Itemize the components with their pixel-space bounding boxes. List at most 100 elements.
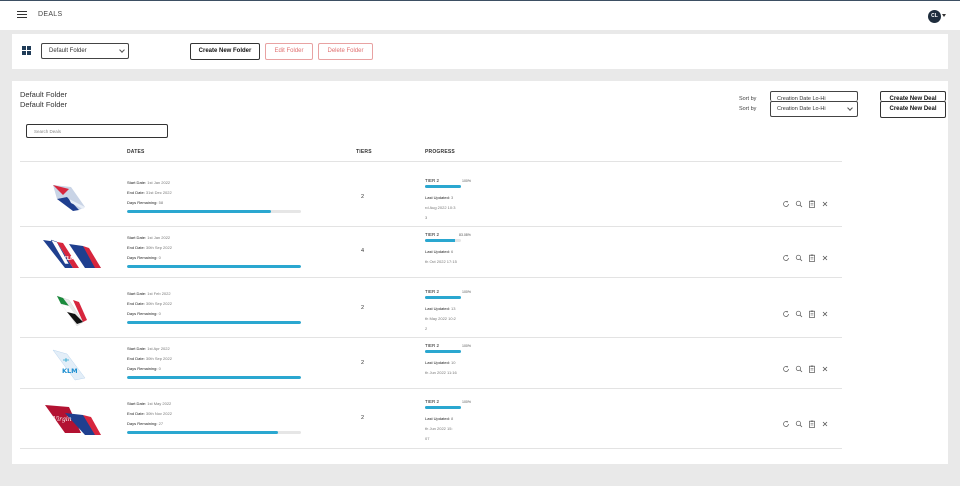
tier-progress-bar xyxy=(425,185,461,188)
start-date: Start Date: 1st May 2022 xyxy=(127,401,172,406)
days-progress-fill xyxy=(127,376,301,379)
refresh-icon[interactable] xyxy=(782,360,790,372)
search-icon[interactable] xyxy=(795,195,803,208)
search-icon[interactable] xyxy=(795,360,803,373)
caret-down-icon[interactable] xyxy=(942,14,946,17)
search-placeholder: Search Deals xyxy=(34,129,62,134)
refresh-icon[interactable] xyxy=(782,305,790,317)
days-remaining: Days Remaining: 58 xyxy=(127,200,164,205)
tier-percent: 100% xyxy=(462,400,471,404)
end-date: End Date: 30th Sep 2022 xyxy=(127,245,172,250)
tier-progress-bar xyxy=(425,239,461,242)
days-progress-fill xyxy=(127,210,272,213)
refresh-icon[interactable] xyxy=(782,249,790,261)
create-deal-button[interactable]: Create New Deal xyxy=(880,101,946,118)
deal-row[interactable]: Virgin Start Date: 1st May 2022 End Date… xyxy=(20,389,842,449)
column-header-dates: DATES xyxy=(127,149,145,155)
tier-count: 2 xyxy=(361,194,365,200)
column-header-progress: PROGRESS xyxy=(425,149,455,155)
last-updated-line-2: th Oct 2022 17:15 xyxy=(425,259,457,264)
search-input[interactable]: Search Deals xyxy=(26,124,168,138)
clipboard-icon[interactable] xyxy=(808,305,816,318)
sort-select-duplicate[interactable]: Creation Date Lo-Hi xyxy=(770,91,858,101)
tier-progress-bar xyxy=(425,296,461,299)
chevron-down-icon xyxy=(119,47,125,53)
refresh-icon[interactable] xyxy=(782,195,790,207)
grid-view-icon[interactable] xyxy=(22,46,31,55)
tier-name: TIER 2 xyxy=(425,343,440,348)
days-progress-fill xyxy=(127,431,279,434)
end-date: End Date: 30th Nov 2022 xyxy=(127,411,172,416)
sort-select-value: Creation Date Lo-Hi xyxy=(777,106,826,112)
tier-progress-bar xyxy=(425,350,461,353)
close-icon[interactable] xyxy=(821,305,829,317)
start-date: Start Date: 1st Feb 2022 xyxy=(127,291,171,296)
sort-label-duplicate: Sort by xyxy=(739,96,757,102)
folder-title-duplicate: Default Folder xyxy=(20,100,68,109)
days-progress-bar xyxy=(127,376,301,379)
close-icon[interactable] xyxy=(821,195,829,207)
row-actions xyxy=(782,195,832,208)
create-deal-button-duplicate[interactable]: Create New Deal xyxy=(880,91,946,101)
start-date: Start Date: 1st Jan 2022 xyxy=(127,235,171,240)
days-progress-bar xyxy=(127,321,301,324)
row-divider xyxy=(20,448,842,449)
svg-text:KLM: KLM xyxy=(63,256,75,262)
tier-count: 2 xyxy=(361,415,365,421)
tier-percent: 100% xyxy=(462,344,471,348)
tier-progress-fill xyxy=(425,185,461,188)
sort-label: Sort by xyxy=(739,106,757,112)
chevron-down-icon xyxy=(847,105,853,111)
delete-folder-button[interactable]: Delete Folder xyxy=(318,43,373,60)
deal-row[interactable]: Start Date: 1st Jan 2022 End Date: 31st … xyxy=(20,162,842,227)
folder-bar: Default Folder Create New Folder Edit Fo… xyxy=(12,34,948,69)
create-folder-button[interactable]: Create New Folder xyxy=(190,43,260,60)
days-progress-bar xyxy=(127,265,301,268)
top-bar: DEALS CL xyxy=(0,1,960,30)
deal-row[interactable]: KLM Start Date: 1st Apr 2022 End Date: 3… xyxy=(20,338,842,389)
search-icon[interactable] xyxy=(795,249,803,262)
close-icon[interactable] xyxy=(821,415,829,427)
search-icon[interactable] xyxy=(795,305,803,318)
last-updated: Last Updated: 10 xyxy=(425,360,456,365)
deal-row[interactable]: KLM Start Date: 1st Jan 2022 End Date: 3… xyxy=(20,227,842,278)
last-updated-line-2: th May 2022 10:2 xyxy=(425,316,456,321)
last-updated-line-2: th Jun 2022 11:16 xyxy=(425,370,457,375)
edit-folder-button[interactable]: Edit Folder xyxy=(265,43,313,60)
tier-name: TIER 2 xyxy=(425,178,440,183)
clipboard-icon[interactable] xyxy=(808,415,816,428)
days-remaining: Days Remaining: 0 xyxy=(127,366,161,371)
close-icon[interactable] xyxy=(821,360,829,372)
tier-percent: 100% xyxy=(462,290,471,294)
folder-select-value: Default Folder xyxy=(49,48,87,54)
hamburger-menu-icon[interactable] xyxy=(17,11,27,19)
days-progress-fill xyxy=(127,265,301,268)
tier-progress-bar xyxy=(425,406,461,409)
end-date: End Date: 31st Dec 2022 xyxy=(127,190,172,195)
clipboard-icon[interactable] xyxy=(808,249,816,262)
sort-select[interactable]: Creation Date Lo-Hi xyxy=(770,101,858,117)
row-actions xyxy=(782,305,832,318)
svg-text:Virgin: Virgin xyxy=(53,416,72,423)
row-actions xyxy=(782,360,832,373)
folder-select[interactable]: Default Folder xyxy=(41,43,129,59)
tier-count: 2 xyxy=(361,360,365,366)
refresh-icon[interactable] xyxy=(782,415,790,427)
tier-count: 4 xyxy=(361,248,365,254)
last-updated: Last Updated: 6 xyxy=(425,249,454,254)
airline-logo-emirates xyxy=(56,295,87,327)
user-avatar[interactable]: CL xyxy=(928,10,941,23)
days-progress-bar xyxy=(127,210,301,213)
last-updated: Last Updated: 3 xyxy=(425,195,454,200)
row-actions xyxy=(782,249,832,262)
clipboard-icon[interactable] xyxy=(808,360,816,373)
deal-row[interactable]: Start Date: 1st Feb 2022 End Date: 30th … xyxy=(20,278,842,338)
start-date: Start Date: 1st Apr 2022 xyxy=(127,346,170,351)
search-icon[interactable] xyxy=(795,415,803,428)
tier-progress-fill xyxy=(425,350,461,353)
days-remaining: Days Remaining: 0 xyxy=(127,255,161,260)
close-icon[interactable] xyxy=(821,249,829,261)
tier-name: TIER 2 xyxy=(425,289,440,294)
clipboard-icon[interactable] xyxy=(808,195,816,208)
last-updated-line-3: 07 xyxy=(425,436,430,441)
